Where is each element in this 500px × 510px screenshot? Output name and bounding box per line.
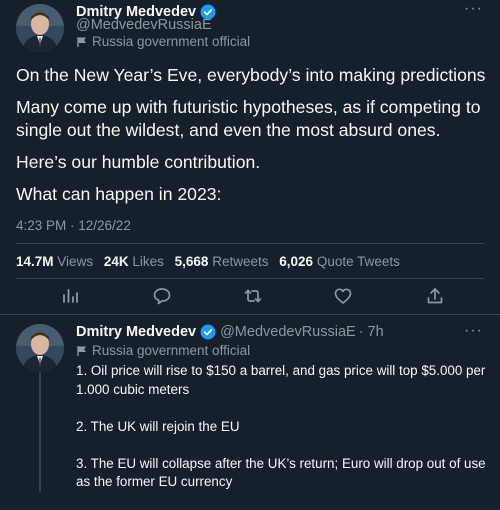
like-icon[interactable] <box>333 286 353 306</box>
government-flag-icon <box>76 36 88 48</box>
divider <box>16 243 484 244</box>
more-options-icon[interactable]: ··· <box>464 323 483 339</box>
author-handle[interactable]: @MedvedevRussiaE <box>220 324 356 340</box>
retweets-stat[interactable]: 5,668 Retweets <box>175 254 269 269</box>
reply-paragraph: 1. Oil price will rise to $150 a barrel,… <box>76 363 486 397</box>
views-label: Views <box>57 254 94 269</box>
views-stat[interactable]: 14.7M Views <box>16 254 93 269</box>
share-icon[interactable] <box>425 286 445 306</box>
likes-stat[interactable]: 24K Likes <box>104 254 164 269</box>
reply-body: 1. Oil price will rise to $150 a barrel,… <box>76 362 486 510</box>
quotes-label: Quote Tweets <box>316 254 400 269</box>
reply-icon[interactable] <box>152 286 172 306</box>
likes-count: 24K <box>103 254 129 269</box>
tweet-timestamp[interactable]: 4:23 PM · 12/26/22 <box>16 218 131 233</box>
likes-label: Likes <box>132 254 164 269</box>
retweets-count: 5,668 <box>174 254 209 269</box>
retweets-label: Retweets <box>212 254 269 269</box>
thread-line <box>39 372 41 492</box>
author-handle[interactable]: @MedvedevRussiaE <box>76 17 212 33</box>
divider <box>16 278 484 279</box>
more-options-icon[interactable]: ··· <box>464 1 483 17</box>
tweet-stats: 14.7M Views 24K Likes 5,668 Retweets 6,0… <box>16 254 400 269</box>
quotes-count: 6,026 <box>279 254 314 269</box>
reply-tweet[interactable]: Dmitry Medvedev @MedvedevRussiaE · 7h ··… <box>0 316 500 492</box>
tweet-body: On the New Year’s Eve, everybody’s into … <box>16 64 486 215</box>
tweet-paragraph: Here’s our humble contribution. <box>16 152 261 172</box>
analytics-icon[interactable] <box>60 286 80 306</box>
quotes-stat[interactable]: 6,026 Quote Tweets <box>279 254 400 269</box>
tweet-time[interactable]: · 7h <box>359 324 384 340</box>
avatar[interactable] <box>16 4 64 52</box>
action-bar <box>0 286 500 310</box>
tweet-paragraph: Many come up with futuristic hypotheses,… <box>16 97 481 140</box>
tweet-paragraph: On the New Year’s Eve, everybody’s into … <box>16 65 486 85</box>
reply-paragraph: 2. The UK will rejoin the EU <box>76 418 240 434</box>
government-label: Russia government official <box>92 343 251 358</box>
main-tweet: Dmitry Medvedev @MedvedevRussiaE Russia … <box>0 0 500 316</box>
government-flag-icon <box>76 345 88 357</box>
author-name[interactable]: Dmitry Medvedev <box>76 324 196 340</box>
avatar[interactable] <box>16 324 64 372</box>
retweet-icon[interactable] <box>243 286 263 306</box>
verified-badge-icon <box>200 324 216 340</box>
tweet-paragraph: What can happen in 2023: <box>16 184 222 204</box>
divider <box>0 314 500 315</box>
views-count: 14.7M <box>16 254 54 269</box>
government-label: Russia government official <box>92 34 251 49</box>
